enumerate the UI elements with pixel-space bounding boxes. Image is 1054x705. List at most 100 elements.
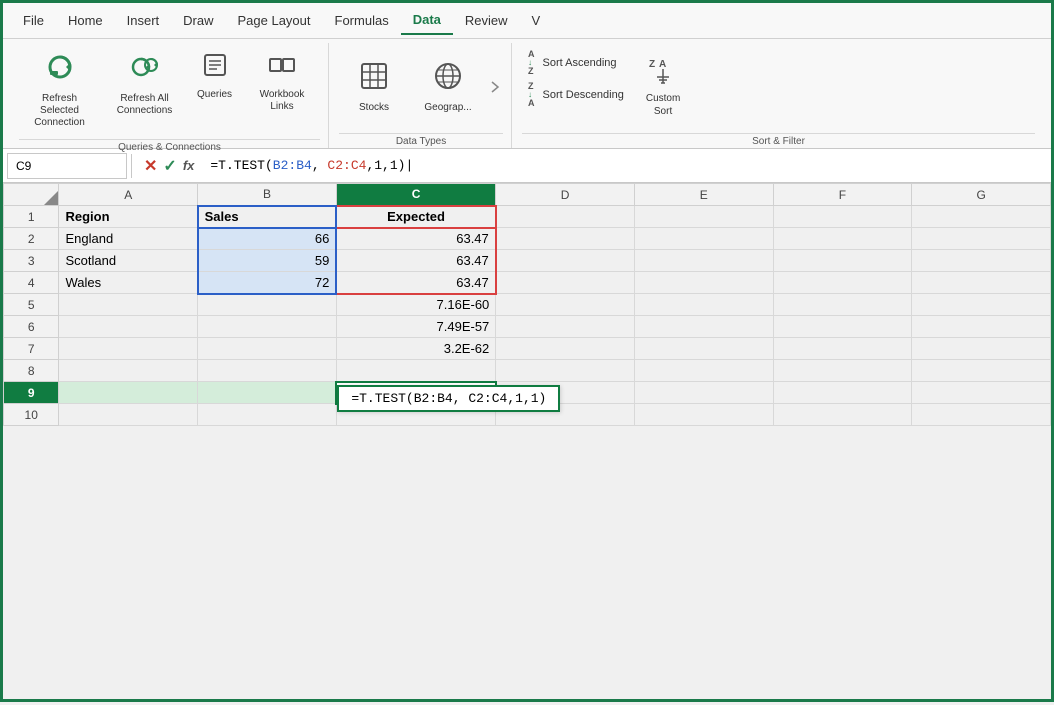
cell-d5[interactable] <box>496 294 635 316</box>
menu-home[interactable]: Home <box>56 7 115 34</box>
cell-b9[interactable] <box>198 382 337 404</box>
cell-f5[interactable] <box>773 294 912 316</box>
cell-b6[interactable] <box>198 316 337 338</box>
cell-a3[interactable]: Scotland <box>59 250 198 272</box>
cell-c3[interactable]: 63.47 <box>336 250 495 272</box>
cell-d4[interactable] <box>496 272 635 294</box>
cell-f1[interactable] <box>773 206 912 228</box>
cell-b2[interactable]: 66 <box>198 228 337 250</box>
row-header-3[interactable]: 3 <box>4 250 59 272</box>
cell-e10[interactable] <box>634 404 773 426</box>
col-header-f[interactable]: F <box>773 184 912 206</box>
row-header-4[interactable]: 4 <box>4 272 59 294</box>
menu-insert[interactable]: Insert <box>115 7 172 34</box>
cell-c6[interactable]: 7.49E-57 <box>336 316 495 338</box>
cell-d2[interactable] <box>496 228 635 250</box>
workbook-links-button[interactable]: Workbook Links <box>244 47 320 117</box>
menu-page-layout[interactable]: Page Layout <box>226 7 323 34</box>
row-header-9[interactable]: 9 <box>4 382 59 404</box>
row-header-5[interactable]: 5 <box>4 294 59 316</box>
cell-a2[interactable]: England <box>59 228 198 250</box>
cell-a10[interactable] <box>59 404 198 426</box>
cell-f6[interactable] <box>773 316 912 338</box>
cell-g3[interactable] <box>912 250 1051 272</box>
col-header-a[interactable]: A <box>59 184 198 206</box>
col-header-c[interactable]: C <box>336 184 495 206</box>
sort-ascending-button[interactable]: A ↓ Z Sort Ascending <box>522 47 630 79</box>
cell-g5[interactable] <box>912 294 1051 316</box>
cell-c7[interactable]: 3.2E-62 <box>336 338 495 360</box>
cell-f10[interactable] <box>773 404 912 426</box>
cell-g8[interactable] <box>912 360 1051 382</box>
cell-e4[interactable] <box>634 272 773 294</box>
menu-more[interactable]: V <box>520 7 553 34</box>
stocks-button[interactable]: Stocks <box>339 47 409 127</box>
cancel-formula-button[interactable]: ✕ <box>144 156 157 176</box>
cell-e1[interactable] <box>634 206 773 228</box>
cell-b7[interactable] <box>198 338 337 360</box>
cell-g1[interactable] <box>912 206 1051 228</box>
refresh-selected-button[interactable]: Refresh Selected Connection <box>19 47 100 133</box>
cell-a4[interactable]: Wales <box>59 272 198 294</box>
cell-f4[interactable] <box>773 272 912 294</box>
confirm-formula-button[interactable]: ✓ <box>163 156 176 176</box>
cell-c1[interactable]: Expected <box>336 206 495 228</box>
cell-a1[interactable]: Region <box>59 206 198 228</box>
cell-g4[interactable] <box>912 272 1051 294</box>
cell-f7[interactable] <box>773 338 912 360</box>
cell-d7[interactable] <box>496 338 635 360</box>
col-header-d[interactable]: D <box>496 184 635 206</box>
menu-file[interactable]: File <box>11 7 56 34</box>
cell-d8[interactable] <box>496 360 635 382</box>
cell-g9[interactable] <box>912 382 1051 404</box>
row-header-1[interactable]: 1 <box>4 206 59 228</box>
cell-b1[interactable]: Sales <box>198 206 337 228</box>
cell-d1[interactable] <box>496 206 635 228</box>
cell-b5[interactable] <box>198 294 337 316</box>
cell-c5[interactable]: 7.16E-60 <box>336 294 495 316</box>
cell-reference-box[interactable]: C9 <box>7 153 127 179</box>
cell-a6[interactable] <box>59 316 198 338</box>
cell-c8[interactable] <box>336 360 495 382</box>
cell-c9[interactable]: =T.TEST(B2:B4, C2:C4,1,1) <box>336 382 495 404</box>
cell-e5[interactable] <box>634 294 773 316</box>
row-header-7[interactable]: 7 <box>4 338 59 360</box>
cell-b8[interactable] <box>198 360 337 382</box>
cell-f9[interactable] <box>773 382 912 404</box>
menu-draw[interactable]: Draw <box>171 7 225 34</box>
geography-button[interactable]: Geograp... <box>413 47 483 127</box>
col-header-b[interactable]: B <box>198 184 337 206</box>
cell-e8[interactable] <box>634 360 773 382</box>
cell-b3[interactable]: 59 <box>198 250 337 272</box>
cell-g7[interactable] <box>912 338 1051 360</box>
cell-g10[interactable] <box>912 404 1051 426</box>
cell-a5[interactable] <box>59 294 198 316</box>
cell-a8[interactable] <box>59 360 198 382</box>
cell-e9[interactable] <box>634 382 773 404</box>
col-header-g[interactable]: G <box>912 184 1051 206</box>
cell-e7[interactable] <box>634 338 773 360</box>
cell-d6[interactable] <box>496 316 635 338</box>
cell-f2[interactable] <box>773 228 912 250</box>
cell-b10[interactable] <box>198 404 337 426</box>
formula-display[interactable]: =T.TEST(B2:B4, C2:C4,1,1)| <box>210 158 1047 173</box>
menu-review[interactable]: Review <box>453 7 520 34</box>
cell-c4[interactable]: 63.47 <box>336 272 495 294</box>
cell-e6[interactable] <box>634 316 773 338</box>
row-header-10[interactable]: 10 <box>4 404 59 426</box>
data-types-expand-button[interactable] <box>487 57 503 117</box>
cell-b4[interactable]: 72 <box>198 272 337 294</box>
cell-f3[interactable] <box>773 250 912 272</box>
cell-e3[interactable] <box>634 250 773 272</box>
queries-button[interactable]: Queries <box>189 47 240 105</box>
menu-data[interactable]: Data <box>401 6 453 35</box>
col-header-e[interactable]: E <box>634 184 773 206</box>
cell-a9[interactable] <box>59 382 198 404</box>
row-header-6[interactable]: 6 <box>4 316 59 338</box>
sort-descending-button[interactable]: Z ↓ A Sort Descending <box>522 79 630 111</box>
menu-formulas[interactable]: Formulas <box>323 7 401 34</box>
row-header-2[interactable]: 2 <box>4 228 59 250</box>
cell-a7[interactable] <box>59 338 198 360</box>
row-header-8[interactable]: 8 <box>4 360 59 382</box>
refresh-all-button[interactable]: Refresh All Connections <box>104 47 185 121</box>
